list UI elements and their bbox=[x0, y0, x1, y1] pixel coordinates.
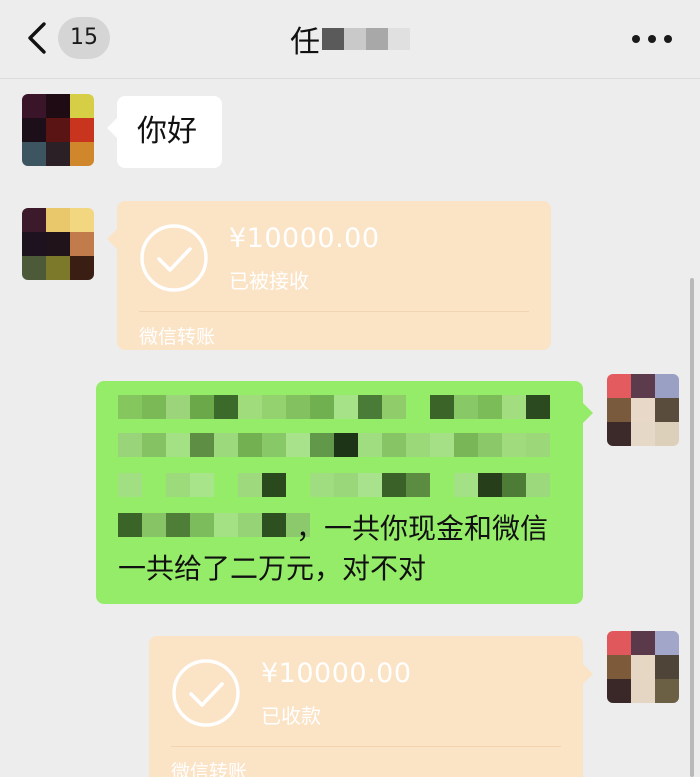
transfer-divider bbox=[171, 746, 561, 747]
message-text: 你好 bbox=[137, 114, 197, 149]
message-text-line-tail: ，一共你现金和微信 bbox=[296, 512, 549, 545]
check-circle-icon bbox=[172, 659, 240, 727]
unread-count-badge[interactable]: 15 bbox=[58, 17, 110, 59]
message-bubble-incoming[interactable]: 你好 bbox=[107, 96, 222, 168]
redaction-mosaic bbox=[118, 395, 550, 419]
transfer-card-incoming[interactable]: ¥10000.00 已被接收 微信转账 bbox=[107, 201, 551, 350]
contact-avatar[interactable] bbox=[22, 94, 94, 166]
redaction-mosaic bbox=[118, 513, 310, 537]
more-options-button[interactable] bbox=[632, 24, 672, 54]
transfer-amount: ¥10000.00 bbox=[229, 223, 380, 254]
chat-scrollbar[interactable] bbox=[690, 278, 694, 777]
self-avatar[interactable] bbox=[607, 631, 679, 703]
chevron-left-icon bbox=[28, 22, 46, 54]
chat-header: 15 任 bbox=[0, 0, 700, 79]
title-redaction-mosaic bbox=[322, 28, 410, 50]
transfer-card-outgoing[interactable]: ¥10000.00 已收款 微信转账 bbox=[149, 636, 593, 777]
back-button[interactable] bbox=[22, 18, 58, 58]
redaction-mosaic bbox=[118, 433, 550, 457]
check-circle-icon bbox=[140, 224, 208, 292]
transfer-status: 已被接收 bbox=[229, 269, 309, 293]
message-bubble-outgoing[interactable]: ，一共你现金和微信 一共给了二万元，对不对 bbox=[96, 381, 593, 604]
transfer-service-label: 微信转账 bbox=[171, 761, 248, 777]
contact-avatar[interactable] bbox=[22, 208, 94, 280]
chat-title[interactable]: 任 bbox=[290, 17, 410, 61]
chat-screen: 15 任 你好 ¥10000.00 已被接收 微信转账 ，一共你现金和微信 一共… bbox=[0, 0, 700, 777]
self-avatar[interactable] bbox=[607, 374, 679, 446]
transfer-status: 已收款 bbox=[261, 704, 321, 728]
transfer-service-label: 微信转账 bbox=[139, 326, 216, 348]
transfer-amount: ¥10000.00 bbox=[261, 658, 412, 689]
redaction-mosaic bbox=[118, 473, 550, 497]
more-dots-icon bbox=[632, 35, 640, 43]
chat-title-text: 任 bbox=[290, 25, 320, 60]
message-text-line: 一共给了二万元，对不对 bbox=[118, 552, 427, 585]
transfer-divider bbox=[139, 311, 529, 312]
